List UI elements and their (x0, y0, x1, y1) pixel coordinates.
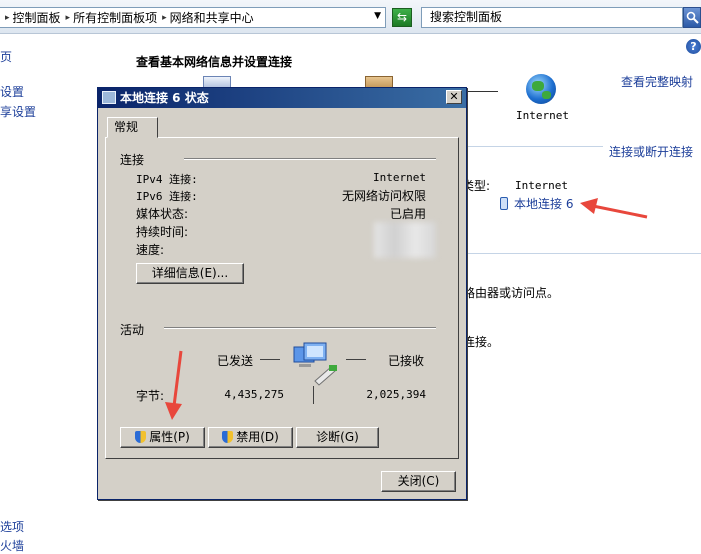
properties-button-label: 属性(P) (149, 430, 190, 444)
tab-general[interactable]: 常规 (107, 117, 158, 138)
shield-icon (135, 431, 147, 443)
page-title: 查看基本网络信息并设置连接 (136, 55, 293, 69)
local-connection-link[interactable]: 本地连接 6 (514, 195, 573, 212)
connect-description: 连接。 (463, 335, 500, 349)
refresh-icon: ⇆ (396, 10, 408, 24)
disable-button[interactable]: 禁用(D) (208, 427, 293, 448)
annotation-arrowhead-connection (580, 198, 598, 214)
activity-line (313, 386, 314, 404)
network-activity-icon (293, 342, 337, 386)
speed-label: 速度: (136, 243, 165, 257)
dialog-title: 本地连接 6 状态 (120, 91, 209, 105)
sidebar-item-home[interactable]: 页 (0, 48, 12, 65)
ipv4-value: Internet (373, 171, 426, 184)
annotation-arrow-connection (592, 204, 648, 219)
connection-status-dialog: 本地连接 6 状态 ✕ 常规 连接 IPv4 连接: Internet IPv6… (97, 87, 467, 500)
section-divider (467, 253, 701, 254)
details-button[interactable]: 详细信息(E)... (136, 263, 244, 284)
breadcrumb-item-network-center[interactable]: 网络和共享中心 (170, 9, 254, 26)
breadcrumb-item-control-panel[interactable]: 控制面板 (13, 9, 61, 26)
network-adapter-icon (102, 91, 116, 104)
breadcrumb[interactable]: ▸ 控制面板 ▸ 所有控制面板项 ▸ 网络和共享中心 ▼ (0, 7, 386, 28)
properties-button[interactable]: 属性(P) (120, 427, 205, 448)
close-button[interactable]: 关闭(C) (381, 471, 456, 492)
media-state-value: 已启用 (389, 207, 426, 221)
ipv4-label: IPv4 连接: (136, 173, 198, 186)
duration-label: 持续时间: (136, 225, 189, 239)
search-input[interactable]: 搜索控制面板 (421, 7, 683, 28)
shield-icon (222, 431, 234, 443)
search-icon (686, 11, 699, 24)
router-description: 路由器或访问点。 (463, 286, 560, 300)
bytes-label: 字节: (136, 389, 165, 403)
activity-line (260, 359, 280, 360)
activity-line (346, 359, 366, 360)
breadcrumb-separator-icon: ▸ (5, 12, 10, 23)
connection-group-label: 连接 (120, 153, 145, 167)
search-button[interactable] (683, 7, 701, 28)
help-icon[interactable]: ? (686, 39, 701, 54)
redacted-area (374, 222, 436, 258)
refresh-button[interactable]: ⇆ (392, 8, 412, 27)
dialog-title-bar[interactable]: 本地连接 6 状态 ✕ (98, 88, 466, 108)
chevron-down-icon[interactable]: ▼ (374, 11, 381, 21)
disable-button-label: 禁用(D) (236, 430, 279, 444)
group-divider (184, 158, 436, 160)
media-state-label: 媒体状态: (136, 207, 189, 221)
section-divider (467, 146, 603, 147)
breadcrumb-separator-icon: ▸ (65, 12, 71, 23)
sidebar-item-adapter-settings[interactable]: 设置 (0, 83, 24, 100)
close-icon[interactable]: ✕ (446, 90, 462, 104)
breadcrumb-item-all-items[interactable]: 所有控制面板项 (73, 9, 157, 26)
ethernet-icon (500, 197, 508, 210)
diagnose-button[interactable]: 诊断(G) (296, 427, 379, 448)
group-divider (164, 327, 436, 329)
sidebar-item-sharing-settings[interactable]: 享设置 (0, 103, 36, 120)
internet-caption: Internet (516, 109, 569, 122)
connect-disconnect-link[interactable]: 连接或断开连接 (609, 143, 693, 160)
breadcrumb-separator-icon: ▸ (162, 12, 167, 23)
sidebar-item-options[interactable]: 选项 (0, 518, 24, 535)
access-type-value: Internet (515, 179, 568, 192)
network-link-line (466, 91, 498, 92)
received-label: 已接收 (388, 354, 425, 368)
address-bar: ▸ 控制面板 ▸ 所有控制面板项 ▸ 网络和共享中心 ▼ ⇆ 搜索控制面板 (0, 0, 701, 34)
view-full-map-link[interactable]: 查看完整映射 (621, 73, 693, 90)
activity-group-label: 活动 (120, 323, 145, 337)
sent-label: 已发送 (217, 354, 254, 368)
bytes-sent-value: 4,435,275 (224, 388, 284, 401)
bytes-received-value: 2,025,394 (366, 388, 426, 401)
ipv6-label: IPv6 连接: (136, 190, 198, 203)
internet-globe-icon (526, 74, 556, 104)
ipv6-value: 无网络访问权限 (341, 189, 426, 203)
